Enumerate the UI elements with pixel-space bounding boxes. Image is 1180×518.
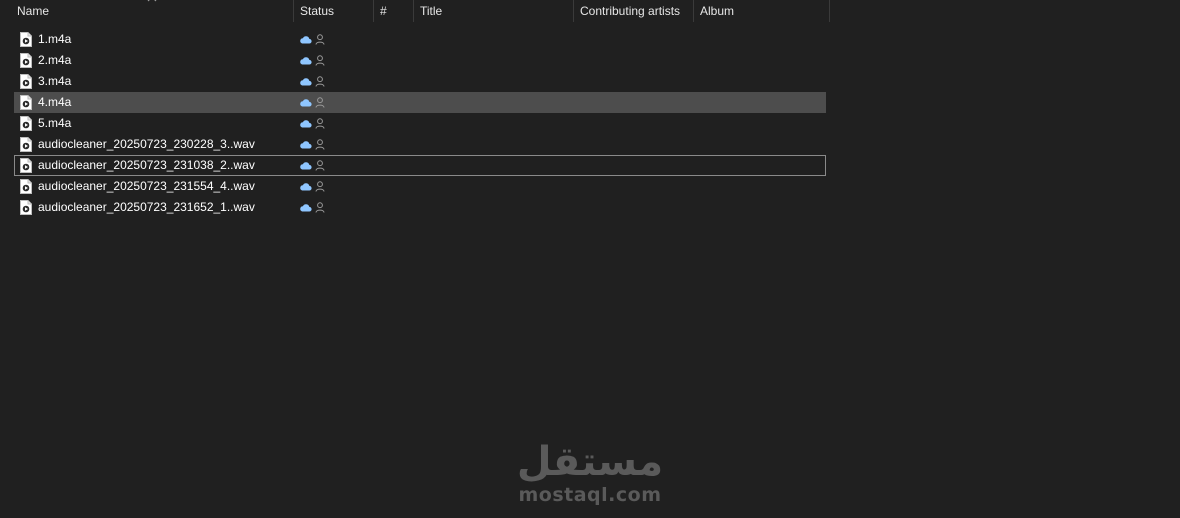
watermark-logo: مستقل mostaql.com [500,440,680,506]
file-name: audiocleaner_20250723_231652_1..wav [38,200,255,214]
person-icon [315,76,325,87]
file-name: 3.m4a [38,74,72,88]
file-name: 5.m4a [38,116,72,130]
file-row[interactable]: 4.m4a [14,92,826,113]
person-icon [315,160,325,171]
column-header-bar: Name Status # Title Contributing artists… [0,0,831,22]
column-header-name[interactable]: Name [11,0,293,22]
cloud-icon [300,36,312,44]
person-icon [315,118,325,129]
person-icon [315,181,325,192]
column-header-contributing-artists[interactable]: Contributing artists [574,0,693,22]
cloud-icon [300,204,312,212]
column-header-album[interactable]: Album [694,0,829,22]
file-name: audiocleaner_20250723_230228_3..wav [38,137,255,151]
audio-file-icon [20,200,32,215]
cloud-icon [300,99,312,107]
column-header-title[interactable]: Title [414,0,573,22]
file-name: 2.m4a [38,53,72,67]
file-row[interactable]: audiocleaner_20250723_231554_4..wav [14,176,826,197]
audio-file-icon [20,158,32,173]
cloud-icon [300,57,312,65]
audio-file-icon [20,32,32,47]
person-icon [315,139,325,150]
cloud-icon [300,162,312,170]
column-header-number[interactable]: # [374,0,413,22]
column-divider[interactable] [829,0,830,22]
file-name: 4.m4a [38,95,72,109]
file-row[interactable]: 1.m4a [14,29,826,50]
file-row[interactable]: audiocleaner_20250723_231038_2..wav [14,155,826,176]
file-explorer: Name Status # Title Contributing artists… [0,0,1180,518]
column-header-status[interactable]: Status [294,0,373,22]
file-row[interactable]: audiocleaner_20250723_230228_3..wav [14,134,826,155]
file-row[interactable]: 2.m4a [14,50,826,71]
file-list: 1.m4a 2.m4a 3.m4a 4.m4a 5.m4a audiocleaner_20… [14,29,826,218]
audio-file-icon [20,53,32,68]
file-row[interactable]: audiocleaner_20250723_231652_1..wav [14,197,826,218]
audio-file-icon [20,179,32,194]
file-row[interactable]: 5.m4a [14,113,826,134]
audio-file-icon [20,74,32,89]
cloud-icon [300,141,312,149]
cloud-icon [300,78,312,86]
file-name: 1.m4a [38,32,72,46]
file-name: audiocleaner_20250723_231554_4..wav [38,179,255,193]
person-icon [315,202,325,213]
file-row[interactable]: 3.m4a [14,71,826,92]
person-icon [315,97,325,108]
audio-file-icon [20,137,32,152]
watermark-arabic-text: مستقل [516,439,664,485]
cloud-icon [300,120,312,128]
cloud-icon [300,183,312,191]
audio-file-icon [20,116,32,131]
audio-file-icon [20,95,32,110]
person-icon [315,55,325,66]
file-name: audiocleaner_20250723_231038_2..wav [38,158,255,172]
watermark-latin-text: mostaql.com [518,484,662,506]
person-icon [315,34,325,45]
